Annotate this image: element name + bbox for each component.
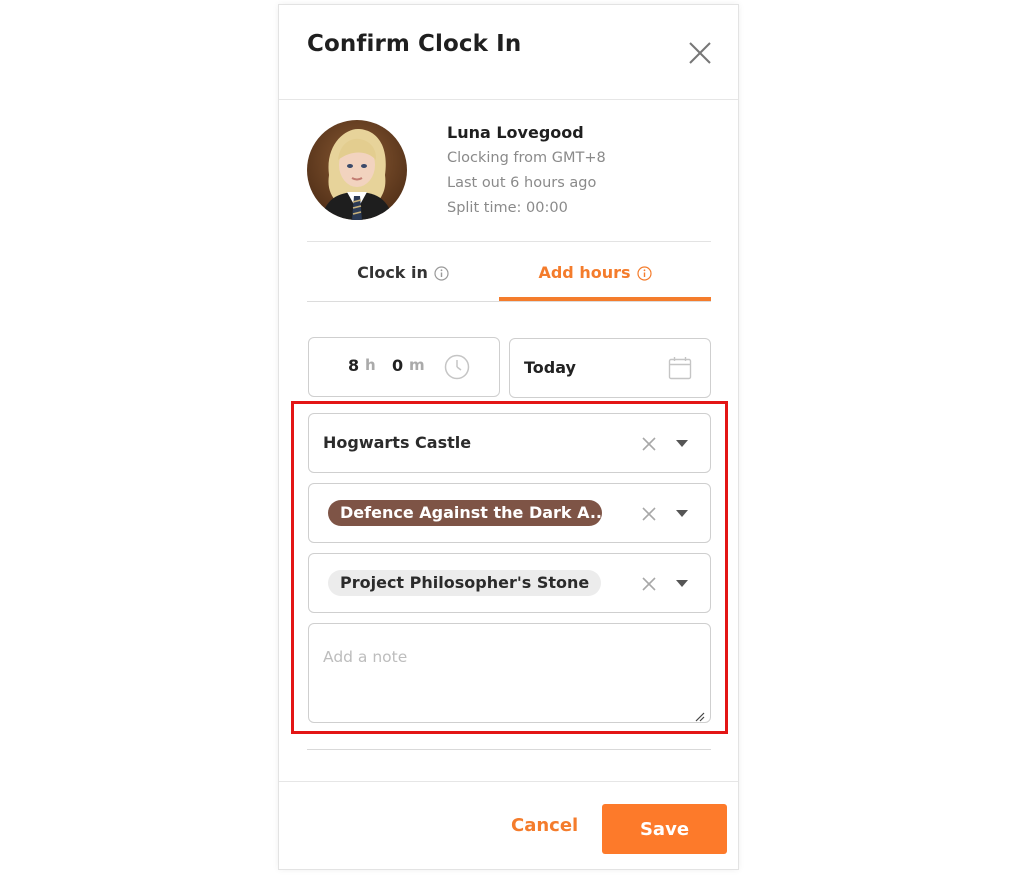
activity-chip: Defence Against the Dark A... [328,500,608,526]
save-button[interactable]: Save [602,804,727,854]
hours-unit: h [365,356,376,374]
confirm-clock-in-dialog: Confirm Clock In Luna Lovegood Clocking … [278,4,739,870]
profile-divider [307,241,711,242]
tab-add-hours-label: Add hours [538,263,631,282]
tab-add-hours[interactable]: Add hours [499,257,691,301]
minutes-value[interactable]: 0 [392,356,403,375]
minutes-unit: m [409,356,425,374]
dialog-title: Confirm Clock In [307,31,522,57]
close-icon[interactable] [687,40,713,66]
clear-activity-icon[interactable] [642,506,656,521]
duration-input[interactable]: 8 h 0 m [308,337,500,397]
split-time-text: Split time: 00:00 [447,200,568,216]
info-icon[interactable] [434,266,449,285]
resize-handle-icon[interactable] [695,707,705,722]
date-picker[interactable]: Today [509,338,711,398]
chevron-down-icon[interactable] [676,510,688,517]
location-select[interactable]: Hogwarts Castle [308,413,711,473]
timezone-text: Clocking from GMT+8 [447,150,606,166]
calendar-icon[interactable] [668,356,692,384]
tab-clock-in-label: Clock in [357,263,428,282]
clock-icon [444,354,470,384]
hours-value[interactable]: 8 [348,356,359,375]
form-divider [307,749,711,750]
tab-clock-in[interactable]: Clock in [307,257,499,301]
tab-track [307,301,711,302]
note-textarea[interactable] [309,624,710,722]
avatar [307,120,407,220]
date-value: Today [524,358,576,377]
cancel-button[interactable]: Cancel [511,815,578,836]
chevron-down-icon[interactable] [676,440,688,447]
clear-location-icon[interactable] [642,436,656,451]
project-select[interactable]: Project Philosopher's Stone [308,553,711,613]
last-out-text: Last out 6 hours ago [447,175,597,191]
project-chip: Project Philosopher's Stone [328,570,602,596]
info-icon[interactable] [636,266,652,285]
note-field[interactable] [308,623,711,723]
chevron-down-icon[interactable] [676,580,688,587]
activity-select[interactable]: Defence Against the Dark A... [308,483,711,543]
footer-divider [279,781,738,782]
location-value: Hogwarts Castle [323,433,472,452]
user-name: Luna Lovegood [447,123,584,142]
clear-project-icon[interactable] [642,576,656,591]
active-tab-indicator [499,297,711,301]
header-divider [279,99,738,100]
